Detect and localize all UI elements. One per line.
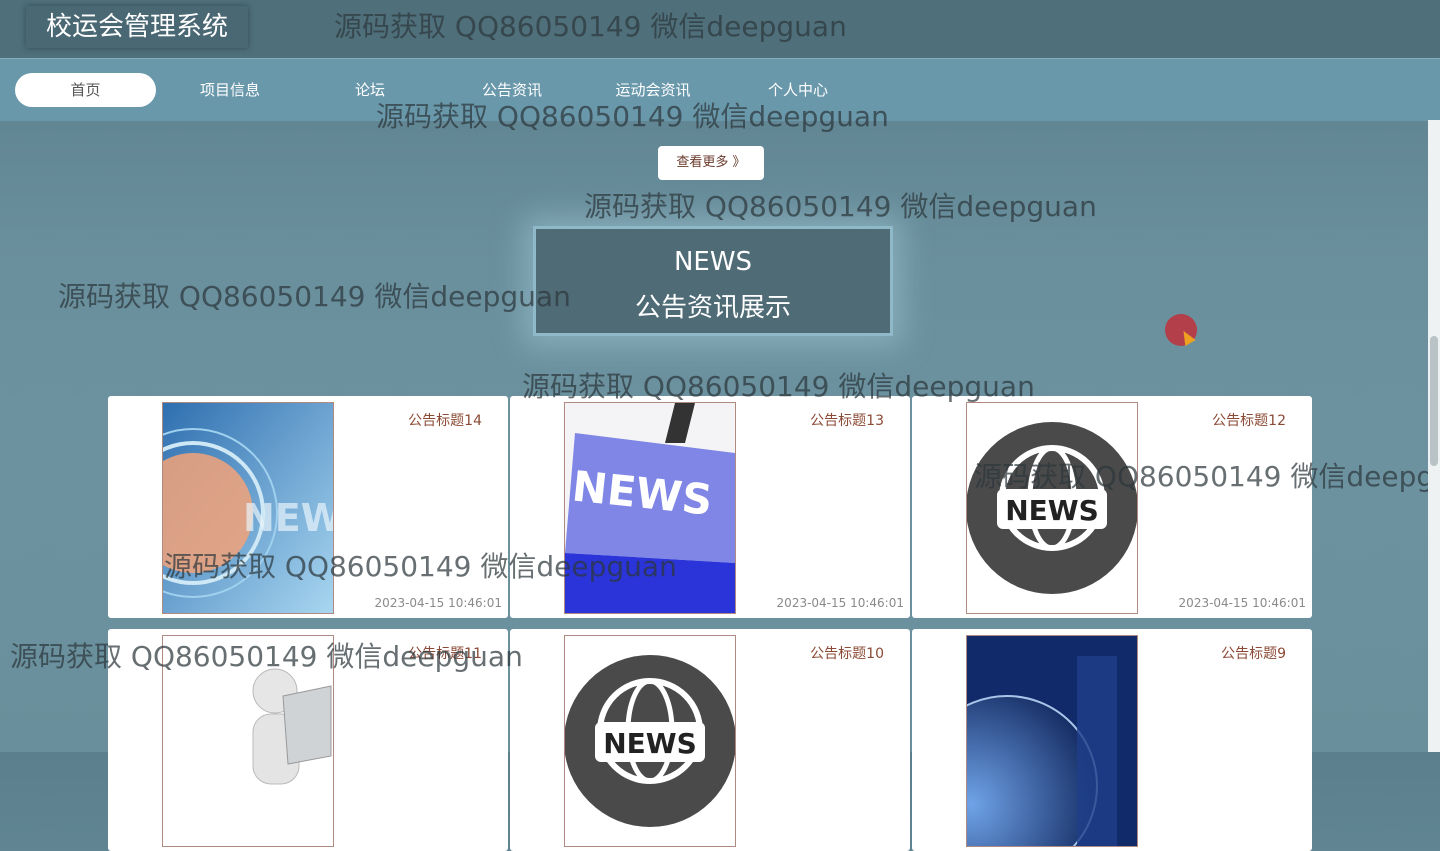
news-thumbnail[interactable]: NEWS (564, 635, 736, 847)
news-card[interactable]: NEW 公告标题14 2023-04-15 10:46:01 (108, 396, 508, 618)
svg-text:NEWS: NEWS (603, 727, 697, 760)
view-more-button[interactable]: 查看更多 》 (658, 146, 764, 180)
news-card-title: 公告标题13 (810, 413, 884, 429)
svg-text:NEW: NEW (243, 496, 333, 540)
news-card-title: 公告标题14 (408, 413, 482, 429)
news-card-time: 2023-04-15 10:46:01 (1178, 596, 1306, 610)
nav-item-announcements[interactable]: 公告资讯 (462, 73, 562, 107)
news-card-title: 公告标题12 (1212, 413, 1286, 429)
news-globe-badge-image: NEWS (565, 636, 735, 846)
news-key-image: NEWS (565, 403, 735, 613)
man-reading-image (163, 636, 333, 846)
news-card[interactable]: 公告标题11 (108, 629, 508, 851)
top-bar: 校运会管理系统 (0, 0, 1440, 58)
news-card[interactable]: NEWS 公告标题10 (510, 629, 910, 851)
news-section-title: NEWS 公告资讯展示 (533, 226, 893, 336)
news-card-title: 公告标题10 (810, 646, 884, 662)
nav-item-forum[interactable]: 论坛 (330, 73, 410, 107)
news-thumbnail[interactable]: NEWS (966, 402, 1138, 614)
news-card-title: 公告标题9 (1221, 646, 1286, 662)
news-card-title: 公告标题11 (408, 646, 482, 662)
section-title-en: NEWS (673, 247, 753, 277)
page-scrollbar[interactable] (1428, 120, 1440, 752)
section-title-cn: 公告资讯展示 (634, 293, 791, 323)
watermark-text: 源码获取 QQ86050149 微信deepguan (58, 280, 571, 313)
news-thumbnail[interactable] (162, 635, 334, 847)
news-globe-badge-image: NEWS (967, 403, 1137, 613)
news-card-time: 2023-04-15 10:46:01 (776, 596, 904, 610)
app-title: 校运会管理系统 (26, 6, 248, 48)
main-nav: 首页 项目信息 论坛 公告资讯 运动会资讯 个人中心 (0, 58, 1440, 121)
news-card[interactable]: NEWS 公告标题13 2023-04-15 10:46:01 (510, 396, 910, 618)
nav-item-project-info[interactable]: 项目信息 (170, 73, 290, 107)
news-card[interactable]: 公告标题9 (912, 629, 1312, 851)
nav-item-home[interactable]: 首页 (15, 73, 156, 107)
news-card-time: 2023-04-15 10:46:01 (374, 596, 502, 610)
news-card[interactable]: NEWS 公告标题12 2023-04-15 10:46:01 (912, 396, 1312, 618)
nav-item-sports-news[interactable]: 运动会资讯 (598, 73, 708, 107)
news-thumbnail[interactable] (966, 635, 1138, 847)
scrollbar-thumb[interactable] (1430, 336, 1438, 466)
world-globe-image (967, 636, 1137, 846)
nav-item-personal-center[interactable]: 个人中心 (748, 73, 848, 107)
news-globe-image: NEW (163, 403, 333, 613)
svg-text:NEWS: NEWS (1005, 494, 1099, 527)
news-thumbnail[interactable]: NEWS (564, 402, 736, 614)
news-thumbnail[interactable]: NEW (162, 402, 334, 614)
watermark-text: 源码获取 QQ86050149 微信deepguan (584, 190, 1097, 223)
